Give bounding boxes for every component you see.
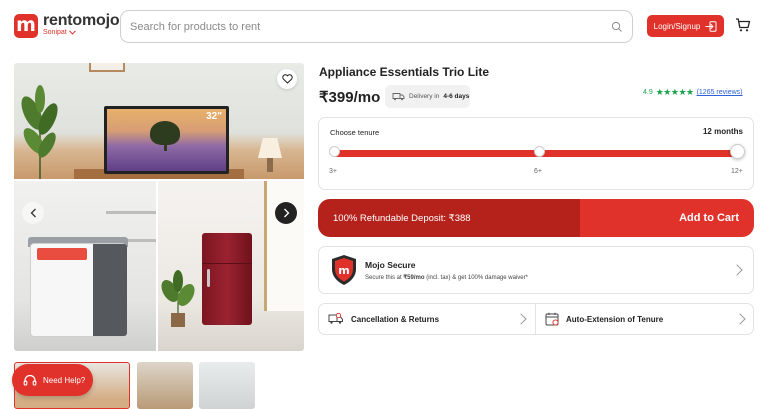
plant-illustration	[161, 270, 195, 327]
tenure-selector: Choose tenure 12 months 3+ 6+ 12+	[318, 117, 754, 190]
search-icon[interactable]	[611, 21, 623, 33]
cancellation-returns-link[interactable]: Cancellation & Returns	[319, 304, 536, 334]
search-bar[interactable]	[120, 10, 633, 43]
tv: 32"	[104, 106, 229, 174]
tick-label: 3+	[329, 168, 337, 175]
truck-return-icon	[328, 313, 343, 324]
brand-name[interactable]: rentomojo	[43, 12, 120, 30]
calendar-icon	[545, 312, 559, 326]
chevron-right-icon	[731, 264, 743, 276]
chevron-down-icon	[68, 30, 76, 35]
plant-illustration	[21, 85, 58, 179]
gallery-prev-button[interactable]	[22, 202, 44, 224]
tenure-selected: 12 months	[702, 127, 743, 136]
delivery-badge: Delivery in 4-6 days	[385, 85, 470, 108]
tv-tree	[150, 121, 180, 145]
tenure-stop-3[interactable]	[329, 146, 340, 157]
rating-value: 4.9	[643, 89, 653, 96]
shelf	[106, 211, 156, 214]
auto-extension-link[interactable]: Auto-Extension of Tenure	[536, 304, 753, 334]
mojo-sub-pre: Secure this at	[365, 275, 404, 281]
star-icon: ★★★★★	[655, 87, 694, 97]
chevron-right-icon	[515, 313, 527, 325]
tv-size-badge: 32"	[206, 111, 222, 122]
refrigerator	[202, 233, 252, 325]
window	[264, 181, 304, 311]
tick-label: 12+	[731, 168, 743, 175]
add-to-cart-button[interactable]: Add to Cart	[580, 199, 754, 237]
svg-text:m: m	[338, 264, 349, 277]
product-price: ₹399/mo	[319, 89, 381, 106]
deposit-info: 100% Refundable Deposit: ₹388	[318, 199, 580, 237]
cart-icon[interactable]	[735, 17, 751, 33]
need-help-button[interactable]: Need Help?	[12, 364, 93, 396]
product-title: Appliance Essentials Trio Lite	[319, 65, 490, 79]
cancellation-label: Cancellation & Returns	[351, 314, 440, 324]
heart-icon	[281, 74, 293, 84]
need-help-label: Need Help?	[43, 375, 86, 385]
washing-machine	[30, 243, 127, 337]
tenure-slider-handle[interactable]	[730, 144, 745, 159]
washer-side	[93, 244, 127, 336]
tv-screen: 32"	[107, 109, 226, 171]
chevron-left-icon	[30, 208, 36, 218]
wall-frame	[89, 63, 125, 72]
mojo-price: ₹59/mo	[403, 275, 425, 281]
reviews-link[interactable]: (1265 reviews)	[697, 89, 743, 96]
product-image-tv[interactable]: 32"	[14, 63, 304, 179]
product-page: m rentomojo Sonipat Login/Signup	[0, 0, 768, 409]
gallery-next-button[interactable]	[275, 202, 297, 224]
delivery-days: 4-6 days	[443, 93, 470, 100]
tenure-stop-6[interactable]	[534, 146, 545, 157]
policy-card: Cancellation & Returns Auto-Extension of…	[318, 303, 754, 335]
logo-mark[interactable]: m	[14, 14, 38, 38]
shield-icon: m	[332, 255, 356, 285]
mojo-secure-card[interactable]: m Mojo Secure Secure this at ₹59/mo (inc…	[318, 246, 754, 294]
fridge-handle	[207, 269, 210, 287]
chevron-right-icon	[734, 313, 746, 325]
mojo-subtitle: Secure this at ₹59/mo (incl. tax) & get …	[365, 274, 528, 281]
lamp-shade	[258, 138, 282, 158]
wishlist-button[interactable]	[277, 69, 297, 89]
chevron-right-icon	[283, 208, 289, 218]
washer-panel	[37, 248, 87, 260]
auto-extension-label: Auto-Extension of Tenure	[566, 314, 664, 324]
header: m rentomojo Sonipat Login/Signup	[0, 0, 768, 54]
mojo-sub-post: (incl. tax) & get 100% damage waiver*	[424, 275, 528, 281]
cta-bar: 100% Refundable Deposit: ₹388 Add to Car…	[318, 199, 754, 237]
tenure-label: Choose tenure	[330, 128, 380, 137]
truck-icon	[392, 93, 405, 101]
thumbnail-2[interactable]	[137, 362, 193, 409]
city-label: Sonipat	[43, 29, 67, 36]
rating: 4.9 ★★★★★ (1265 reviews)	[643, 87, 743, 98]
thumbnail-3[interactable]	[199, 362, 255, 409]
mojo-title: Mojo Secure	[365, 260, 416, 270]
login-signup-button[interactable]: Login/Signup	[647, 15, 724, 37]
tv-trunk	[164, 143, 167, 151]
city-selector[interactable]: Sonipat	[43, 29, 76, 36]
login-label: Login/Signup	[653, 21, 701, 31]
login-icon	[705, 20, 717, 32]
headset-icon	[23, 374, 37, 386]
search-input[interactable]	[130, 18, 600, 36]
lamp-base	[267, 158, 273, 172]
tick-label: 6+	[534, 168, 542, 175]
fridge-seam	[202, 263, 252, 264]
delivery-prefix: Delivery in	[409, 93, 440, 100]
